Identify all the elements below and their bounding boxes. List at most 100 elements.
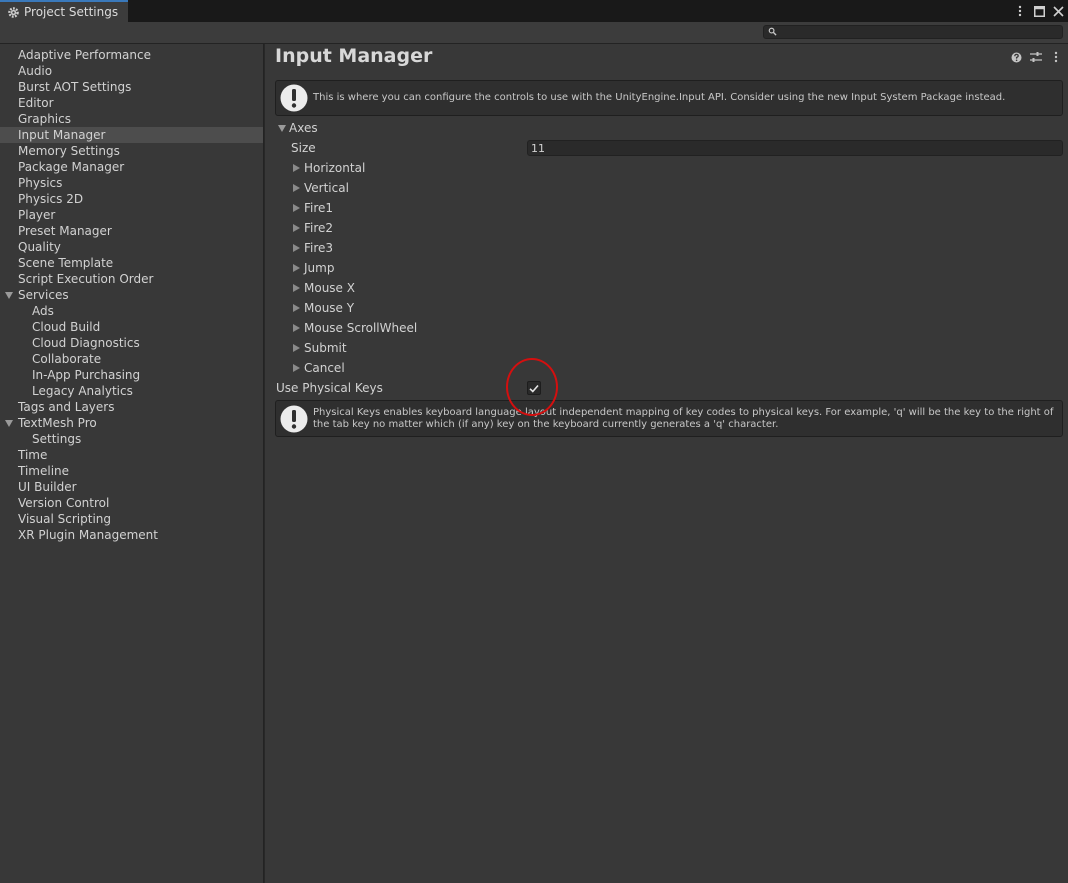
sidebar-item-label: TextMesh Pro [18, 416, 97, 430]
axis-item-fire3[interactable]: Fire3 [265, 238, 1068, 258]
sidebar-item-legacy-analytics[interactable]: Legacy Analytics [0, 383, 263, 399]
collapse-arrow-icon [293, 284, 300, 292]
collapse-arrow-icon [293, 324, 300, 332]
sidebar-item-xr-plugin-management[interactable]: XR Plugin Management [0, 527, 263, 543]
size-field[interactable] [527, 140, 1063, 156]
sidebar-item-input-manager[interactable]: Input Manager [0, 127, 263, 143]
sidebar-item-timeline[interactable]: Timeline [0, 463, 263, 479]
sidebar-item-burst-aot-settings[interactable]: Burst AOT Settings [0, 79, 263, 95]
title-actions [1010, 51, 1062, 63]
sidebar-item-textmesh-pro[interactable]: TextMesh Pro [0, 415, 263, 431]
gear-icon [8, 6, 19, 18]
axis-item-fire2[interactable]: Fire2 [265, 218, 1068, 238]
sidebar-item-collaborate[interactable]: Collaborate [0, 351, 263, 367]
tab-project-settings[interactable]: Project Settings [0, 0, 128, 22]
sidebar-item-label: Quality [18, 240, 61, 254]
close-icon[interactable] [1052, 4, 1064, 18]
axes-foldout[interactable]: Axes [265, 118, 1068, 138]
sidebar-item-player[interactable]: Player [0, 207, 263, 223]
sidebar-item-visual-scripting[interactable]: Visual Scripting [0, 511, 263, 527]
sidebar-item-label: Time [18, 448, 48, 462]
sidebar-item-label: Memory Settings [18, 144, 120, 158]
sidebar-item-label: Ads [32, 304, 54, 318]
size-row: Size [265, 138, 1068, 158]
use-physical-keys-checkbox[interactable] [527, 381, 541, 395]
sidebar-item-memory-settings[interactable]: Memory Settings [0, 143, 263, 159]
search-icon [768, 27, 777, 36]
sidebar-item-script-execution-order[interactable]: Script Execution Order [0, 271, 263, 287]
sidebar-item-label: Version Control [18, 496, 110, 510]
collapse-arrow-icon [293, 344, 300, 352]
collapse-arrow-icon [293, 164, 300, 172]
expand-arrow-icon[interactable] [5, 420, 13, 427]
sidebar-item-label: Cloud Diagnostics [32, 336, 140, 350]
search-input[interactable] [780, 26, 1058, 38]
sidebar-item-cloud-diagnostics[interactable]: Cloud Diagnostics [0, 335, 263, 351]
sidebar-item-label: Physics [18, 176, 63, 190]
use-physical-keys-label: Use Physical Keys [276, 381, 383, 395]
axis-item-mouse-scrollwheel[interactable]: Mouse ScrollWheel [265, 318, 1068, 338]
more-options-icon[interactable] [1050, 51, 1062, 63]
preset-sliders-icon[interactable] [1030, 51, 1042, 63]
sidebar-item-ui-builder[interactable]: UI Builder [0, 479, 263, 495]
sidebar-item-graphics[interactable]: Graphics [0, 111, 263, 127]
collapse-arrow-icon [293, 264, 300, 272]
tab-title: Project Settings [24, 5, 119, 19]
sidebar-item-scene-template[interactable]: Scene Template [0, 255, 263, 271]
sidebar-item-label: Services [18, 288, 69, 302]
axis-item-submit[interactable]: Submit [265, 338, 1068, 358]
search-box[interactable] [763, 25, 1063, 39]
axis-item-horizontal[interactable]: Horizontal [265, 158, 1068, 178]
sidebar-item-label: Script Execution Order [18, 272, 154, 286]
sidebar-item-label: Legacy Analytics [32, 384, 133, 398]
info-message: This is where you can configure the cont… [313, 92, 1006, 103]
collapse-arrow-icon [293, 224, 300, 232]
expand-arrow-icon[interactable] [5, 292, 13, 299]
axis-item-cancel[interactable]: Cancel [265, 358, 1068, 378]
sidebar-item-package-manager[interactable]: Package Manager [0, 159, 263, 175]
sidebar-item-physics-2d[interactable]: Physics 2D [0, 191, 263, 207]
sidebar-item-services[interactable]: Services [0, 287, 263, 303]
sidebar-item-quality[interactable]: Quality [0, 239, 263, 255]
sidebar-item-physics[interactable]: Physics [0, 175, 263, 191]
sidebar-item-label: Scene Template [18, 256, 114, 270]
sidebar-item-label: Collaborate [32, 352, 102, 366]
axis-item-vertical[interactable]: Vertical [265, 178, 1068, 198]
collapse-arrow-icon [293, 204, 300, 212]
sidebar-item-label: Physics 2D [18, 192, 84, 206]
sidebar-item-version-control[interactable]: Version Control [0, 495, 263, 511]
settings-sidebar: Adaptive Performance Audio Burst AOT Setti… [0, 44, 264, 883]
axis-label: Fire3 [304, 241, 334, 255]
axis-item-fire1[interactable]: Fire1 [265, 198, 1068, 218]
collapse-arrow-icon [293, 244, 300, 252]
axis-label: Submit [304, 341, 347, 355]
sidebar-item-cloud-build[interactable]: Cloud Build [0, 319, 263, 335]
sidebar-item-tags-and-layers[interactable]: Tags and Layers [0, 399, 263, 415]
window-controls [1014, 3, 1064, 19]
sidebar-item-editor[interactable]: Editor [0, 95, 263, 111]
collapse-arrow-icon [293, 184, 300, 192]
sidebar-item-settings[interactable]: Settings [0, 431, 263, 447]
axis-item-mouse-y[interactable]: Mouse Y [265, 298, 1068, 318]
collapse-arrow-icon [293, 304, 300, 312]
axis-item-mouse-x[interactable]: Mouse X [265, 278, 1068, 298]
axis-label: Mouse Y [304, 301, 355, 315]
collapse-arrow-icon [293, 364, 300, 372]
sidebar-item-preset-manager[interactable]: Preset Manager [0, 223, 263, 239]
sidebar-item-label: Audio [18, 64, 53, 78]
axis-item-jump[interactable]: Jump [265, 258, 1068, 278]
more-options-icon[interactable] [1014, 4, 1026, 18]
sidebar-item-label: Graphics [18, 112, 71, 126]
sidebar-item-audio[interactable]: Audio [0, 63, 263, 79]
sidebar-item-label: Visual Scripting [18, 512, 111, 526]
maximize-icon[interactable] [1033, 4, 1045, 18]
sidebar-item-label: Burst AOT Settings [18, 80, 132, 94]
sidebar-item-time[interactable]: Time [0, 447, 263, 463]
help-icon[interactable] [1010, 51, 1022, 63]
axis-label: Jump [304, 261, 335, 275]
sidebar-item-label: Input Manager [18, 128, 106, 142]
sidebar-item-adaptive-performance[interactable]: Adaptive Performance [0, 47, 263, 63]
sidebar-item-in-app-purchasing[interactable]: In-App Purchasing [0, 367, 263, 383]
axis-label: Fire2 [304, 221, 334, 235]
sidebar-item-ads[interactable]: Ads [0, 303, 263, 319]
